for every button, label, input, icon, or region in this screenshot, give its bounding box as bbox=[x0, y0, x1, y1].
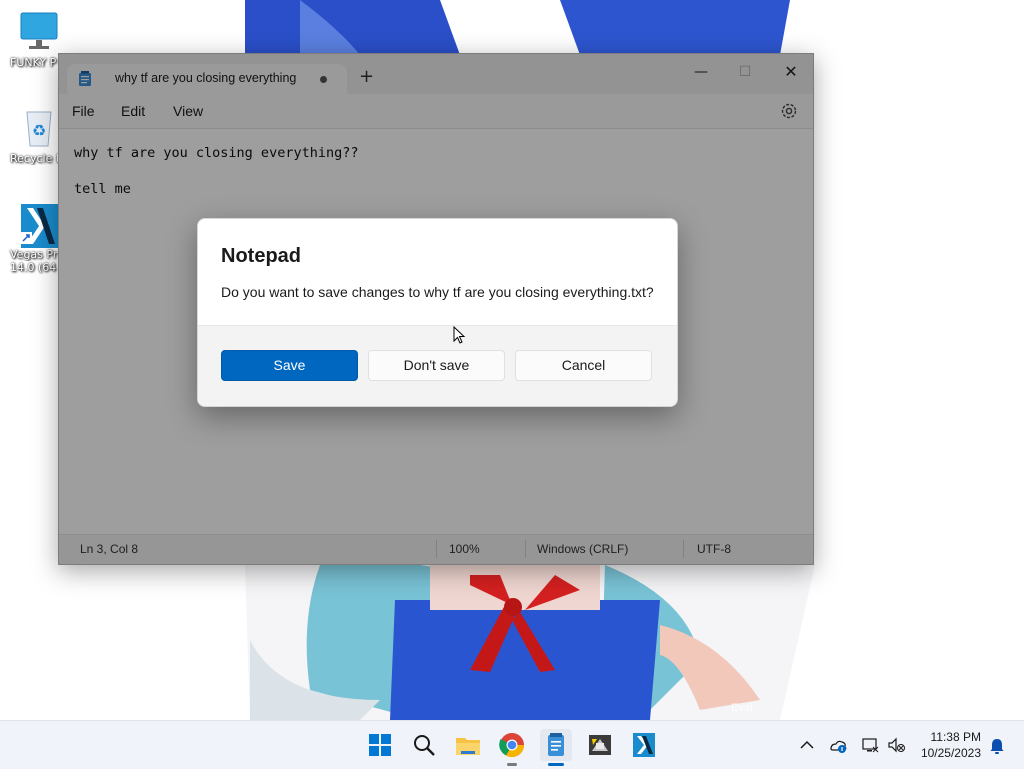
volume-muted-icon[interactable] bbox=[886, 735, 906, 755]
search-icon[interactable] bbox=[408, 729, 440, 761]
taskbar: 11:38 PM 10/25/2023 bbox=[0, 720, 1024, 769]
onedrive-icon[interactable] bbox=[828, 735, 848, 755]
chrome-icon[interactable] bbox=[496, 729, 528, 766]
save-changes-dialog: Notepad Do you want to save changes to w… bbox=[197, 218, 678, 407]
notification-bell-icon[interactable] bbox=[989, 737, 1005, 755]
network-icon[interactable] bbox=[860, 735, 880, 755]
notepad-taskbar-icon[interactable] bbox=[540, 729, 572, 766]
running-indicator bbox=[507, 763, 517, 766]
app-icon[interactable] bbox=[584, 729, 616, 761]
vegas-pro-icon bbox=[17, 202, 61, 248]
chevron-up-icon[interactable] bbox=[797, 735, 817, 755]
dont-save-button[interactable]: Don't save bbox=[368, 350, 505, 381]
mouse-cursor-icon bbox=[453, 325, 467, 346]
start-icon[interactable] bbox=[364, 729, 396, 761]
clock-time: 11:38 PM bbox=[930, 730, 981, 744]
cancel-button[interactable]: Cancel bbox=[515, 350, 652, 381]
system-clock[interactable]: 11:38 PM 10/25/2023 bbox=[921, 729, 981, 761]
watermark-text: Eval bbox=[731, 702, 753, 714]
svg-text:♻: ♻ bbox=[32, 121, 46, 140]
monitor-icon bbox=[17, 10, 61, 54]
dialog-title: Notepad bbox=[221, 245, 301, 267]
file-explorer-icon[interactable] bbox=[452, 729, 484, 761]
dialog-footer: Save Don't save Cancel bbox=[198, 325, 677, 406]
clock-date: 10/25/2023 bbox=[920, 746, 981, 760]
vegas-pro-taskbar-icon[interactable] bbox=[628, 729, 660, 761]
dialog-message: Do you want to save changes to why tf ar… bbox=[221, 284, 654, 300]
save-button[interactable]: Save bbox=[221, 350, 358, 381]
active-indicator bbox=[548, 763, 564, 766]
recycle-bin-icon: ♻ bbox=[17, 106, 61, 150]
